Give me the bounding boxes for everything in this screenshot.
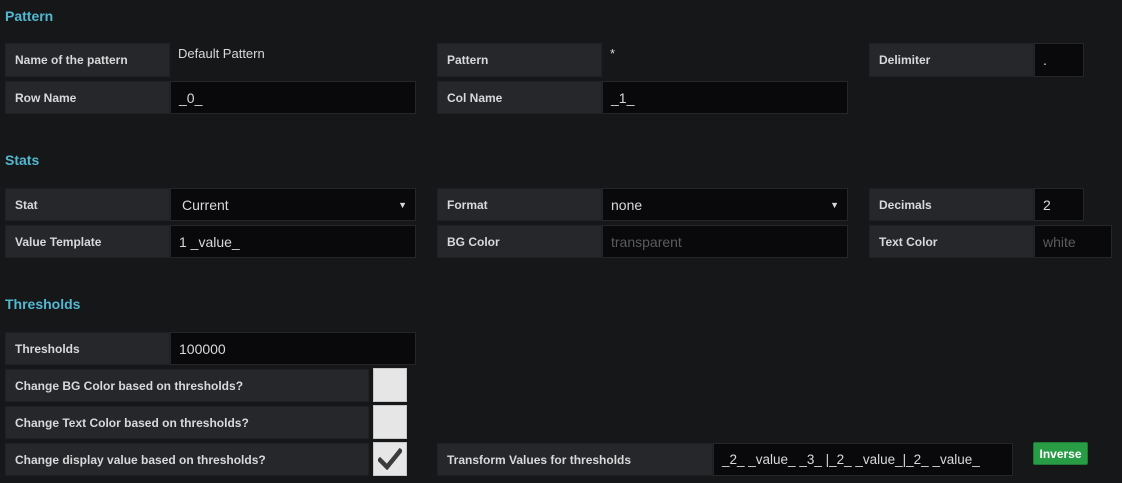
change-text-color-label: Change Text Color based on thresholds? <box>5 406 369 439</box>
thresholds-input[interactable]: 100000 <box>170 332 416 365</box>
change-display-value-label: Change display value based on thresholds… <box>5 443 369 476</box>
change-bg-color-label: Change BG Color based on thresholds? <box>5 369 369 402</box>
text-color-placeholder: white <box>1043 233 1076 250</box>
section-title-thresholds: Thresholds <box>5 296 81 312</box>
change-bg-color-checkbox[interactable] <box>373 368 407 402</box>
format-select-value: none <box>611 196 643 213</box>
delimiter-input[interactable]: . <box>1034 43 1084 77</box>
text-color-label: Text Color <box>869 225 1034 258</box>
change-text-color-checkbox[interactable] <box>373 405 407 439</box>
transform-values-input[interactable]: _2_ _value_ _3_ |_2_ _value_|_2_ _value_ <box>713 443 1013 476</box>
value-template-label: Value Template <box>5 225 170 258</box>
thresholds-label: Thresholds <box>5 332 170 365</box>
decimals-label: Decimals <box>869 188 1034 221</box>
col-name-input[interactable]: _1_ <box>602 81 848 114</box>
stat-select-value: Current <box>182 196 229 213</box>
decimals-input[interactable]: 2 <box>1034 188 1084 221</box>
stat-select[interactable]: Current ▼ <box>170 188 416 221</box>
caret-down-icon: ▼ <box>830 199 839 210</box>
stat-label: Stat <box>5 188 170 221</box>
format-select[interactable]: none ▼ <box>602 188 848 221</box>
row-name-input[interactable]: _0_ <box>170 81 416 114</box>
section-title-pattern: Pattern <box>5 8 54 24</box>
format-label: Format <box>437 188 602 221</box>
row-name-label: Row Name <box>5 81 170 114</box>
value-template-input[interactable]: 1 _value_ <box>170 225 416 258</box>
bg-color-placeholder: transparent <box>611 233 682 250</box>
caret-down-icon: ▼ <box>398 199 407 210</box>
pattern-field[interactable]: * <box>602 43 848 77</box>
transform-values-label: Transform Values for thresholds <box>437 443 713 476</box>
checkmark-icon <box>378 448 402 470</box>
bg-color-input[interactable]: transparent <box>602 225 848 258</box>
change-display-value-checkbox[interactable] <box>373 442 407 476</box>
col-name-label: Col Name <box>437 81 602 114</box>
name-of-pattern-field[interactable]: Default Pattern <box>170 43 416 77</box>
pattern-label: Pattern <box>437 43 602 77</box>
text-color-input[interactable]: white <box>1034 225 1112 258</box>
section-title-stats: Stats <box>5 152 40 168</box>
name-of-pattern-label: Name of the pattern <box>5 43 170 77</box>
bg-color-label: BG Color <box>437 225 602 258</box>
delimiter-label: Delimiter <box>869 43 1034 77</box>
inverse-button[interactable]: Inverse <box>1033 442 1088 465</box>
